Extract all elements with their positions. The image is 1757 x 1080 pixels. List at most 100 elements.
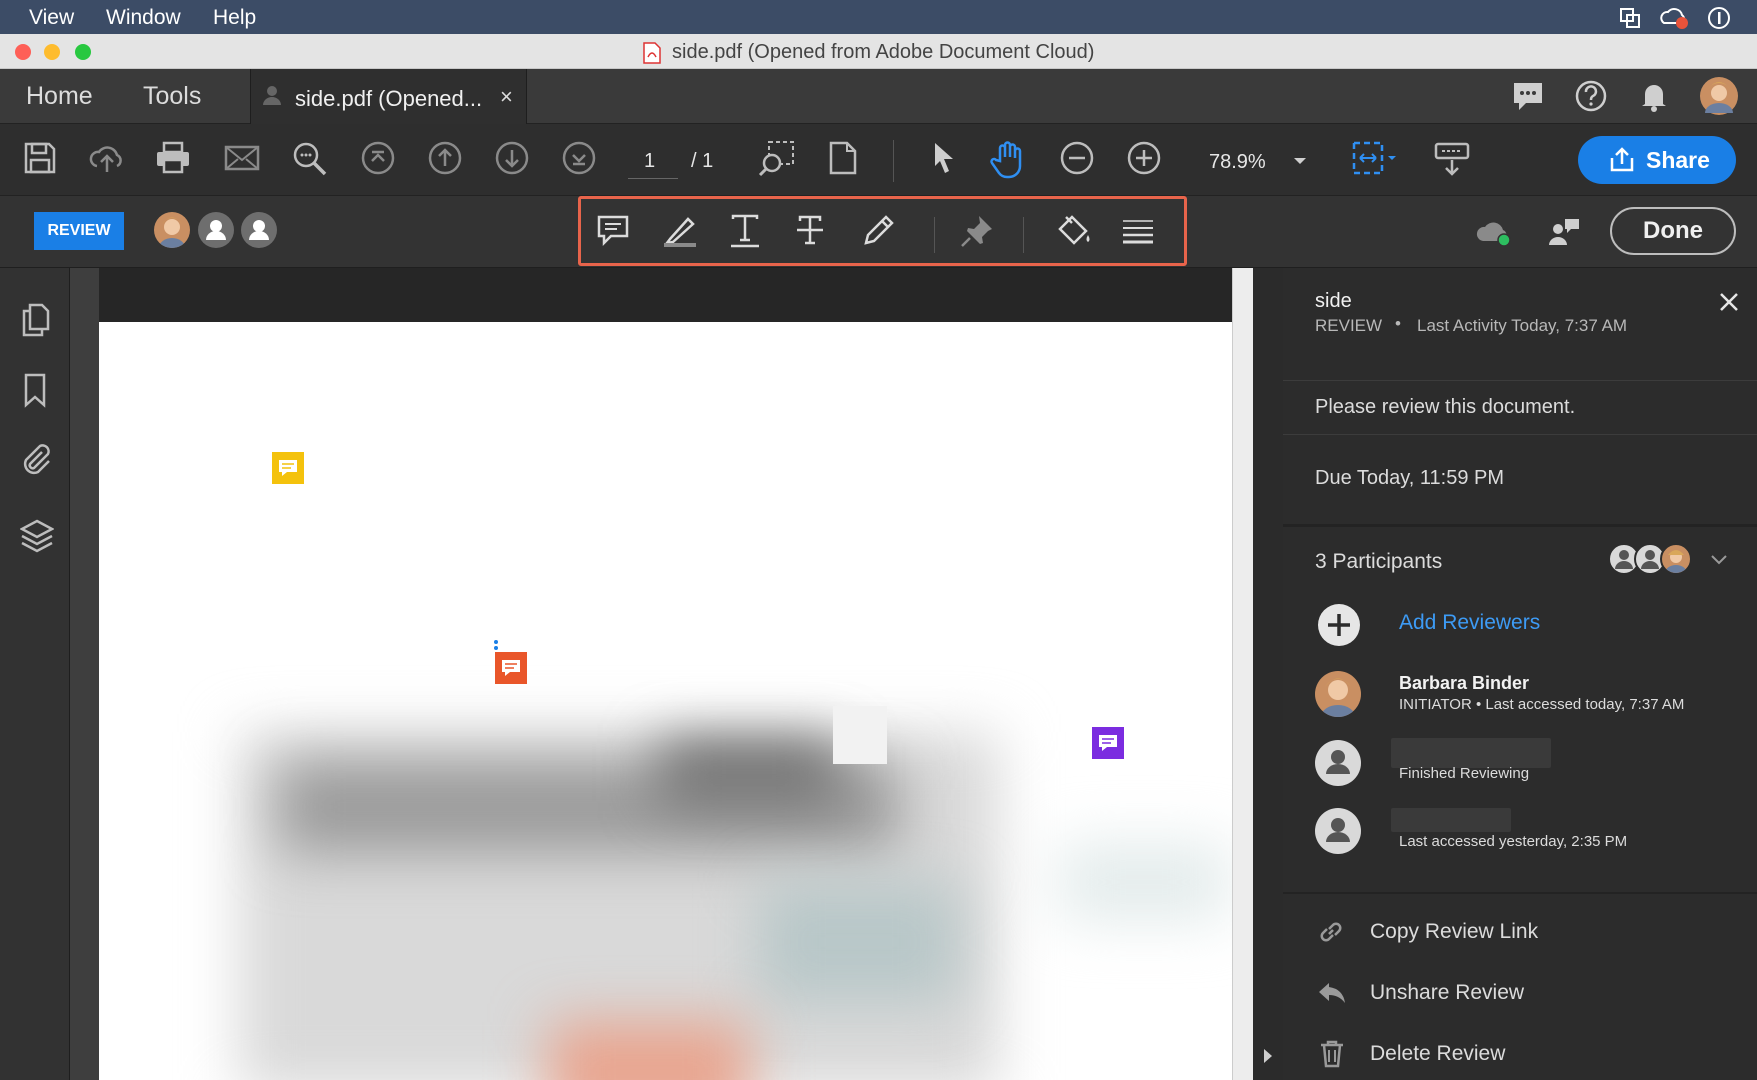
stamp-pin-icon[interactable] (959, 213, 995, 249)
user-avatar[interactable] (1700, 77, 1738, 115)
annotation-tools-group (578, 196, 1187, 266)
creative-cloud-icon[interactable] (1658, 6, 1690, 30)
zoom-dropdown-icon[interactable] (1293, 157, 1307, 165)
fill-color-icon[interactable] (1054, 213, 1092, 249)
select-pointer-icon[interactable] (929, 140, 959, 176)
help-icon[interactable] (1574, 79, 1608, 113)
review-details-panel: side REVIEW • Last Activity Today, 7:37 … (1283, 268, 1757, 1080)
participant-avatar-icon[interactable] (241, 212, 277, 248)
document-viewport[interactable] (70, 268, 1272, 1080)
hand-tool-icon[interactable] (990, 140, 1028, 180)
link-icon (1317, 918, 1345, 946)
read-mode-icon[interactable] (1433, 140, 1471, 178)
attachments-icon[interactable] (20, 442, 52, 478)
page-header-strip (99, 268, 1232, 322)
pdf-page[interactable] (99, 322, 1232, 1080)
page-input-underline (628, 178, 678, 179)
fit-page-icon[interactable] (1350, 140, 1398, 178)
main-toolbar: 1 / 1 78.9% Share (0, 124, 1757, 196)
last-page-icon[interactable] (561, 140, 597, 176)
participant-name: Barbara Binder (1399, 673, 1530, 693)
save-icon[interactable] (22, 140, 58, 176)
underline-text-icon[interactable] (729, 213, 761, 249)
draw-pencil-icon[interactable] (860, 213, 896, 249)
pdf-file-icon (643, 42, 661, 64)
strikethrough-text-icon[interactable] (794, 213, 826, 249)
yellow-comment-note-icon[interactable] (272, 452, 304, 484)
close-tab-button[interactable]: × (500, 84, 513, 110)
zoom-out-icon[interactable] (1059, 140, 1095, 176)
participant-avatar-generic (1315, 808, 1361, 854)
comments-icon[interactable] (1511, 79, 1545, 113)
menu-help[interactable]: Help (213, 6, 256, 30)
close-panel-icon[interactable] (1719, 292, 1739, 312)
page-view-icon[interactable] (827, 140, 859, 176)
minimize-window-button[interactable] (44, 44, 60, 60)
orange-comment-note-icon[interactable] (495, 652, 527, 684)
participant-stack-avatar (1660, 543, 1692, 575)
menu-window[interactable]: Window (106, 6, 181, 30)
blurred-page-content (759, 882, 959, 1002)
next-page-icon[interactable] (494, 140, 530, 176)
expand-participants-chevron-icon[interactable] (1711, 555, 1727, 565)
email-icon[interactable] (223, 140, 261, 176)
copy-review-link-button[interactable]: Copy Review Link (1370, 920, 1538, 944)
previous-page-icon[interactable] (427, 140, 463, 176)
menu-view[interactable]: View (29, 6, 74, 30)
search-icon[interactable] (291, 140, 329, 178)
participants-count: 3 Participants (1315, 550, 1443, 573)
annotation-anchor-dot (494, 646, 498, 650)
info-icon[interactable] (1707, 6, 1731, 30)
tab-home[interactable]: Home (26, 82, 93, 111)
tab-document-label: side.pdf (Opened... (295, 86, 483, 111)
layers-icon[interactable] (20, 518, 54, 554)
line-style-icon[interactable] (1121, 213, 1155, 247)
screen-share-icon[interactable] (1618, 6, 1642, 30)
highlight-text-icon[interactable] (662, 213, 698, 249)
purple-comment-note-icon[interactable] (1092, 727, 1124, 759)
panel-divider (1283, 380, 1757, 381)
zoom-level-field[interactable]: 78.9% (1209, 151, 1266, 174)
page-number-input[interactable]: 1 (644, 150, 655, 173)
tab-document[interactable]: side.pdf (Opened... × (250, 69, 527, 124)
participant-avatar-generic (1315, 740, 1361, 786)
share-label: Share (1646, 147, 1710, 173)
add-reviewers-icon[interactable] (1317, 603, 1361, 647)
window-title-bar: side.pdf (Opened from Adobe Document Clo… (0, 34, 1757, 69)
due-date: Due Today, 11:59 PM (1315, 467, 1505, 489)
window-title: side.pdf (Opened from Adobe Document Clo… (672, 41, 1095, 63)
upload-cloud-icon[interactable] (88, 140, 126, 176)
tool-separator (934, 217, 935, 253)
first-page-icon[interactable] (360, 140, 396, 176)
marquee-zoom-icon[interactable] (757, 140, 797, 178)
delete-review-button[interactable]: Delete Review (1370, 1042, 1505, 1066)
redacted-participant-name (1391, 738, 1551, 768)
panel-divider (1283, 524, 1757, 527)
participant-avatar-icon[interactable] (198, 212, 234, 248)
print-icon[interactable] (154, 140, 192, 176)
zoom-window-button[interactable] (75, 44, 91, 60)
sticky-note-icon[interactable] (596, 213, 630, 247)
close-window-button[interactable] (15, 44, 31, 60)
share-reviewers-icon[interactable] (1547, 215, 1581, 249)
page-thumbnails-icon[interactable] (20, 302, 52, 338)
unshare-review-button[interactable]: Unshare Review (1370, 981, 1524, 1005)
blurred-page-content (833, 706, 887, 764)
participant-avatar-barbara (1315, 671, 1361, 717)
cloud-sync-icon[interactable] (1474, 215, 1514, 249)
participant-avatar-photo[interactable] (154, 212, 190, 248)
blurred-page-content (549, 1022, 749, 1080)
tab-tools[interactable]: Tools (143, 82, 201, 111)
add-reviewers-link[interactable]: Add Reviewers (1399, 611, 1540, 635)
share-button[interactable]: Share (1578, 136, 1736, 184)
collapse-right-arrow-icon[interactable] (1263, 1048, 1273, 1064)
zoom-in-icon[interactable] (1126, 140, 1162, 176)
trash-icon (1319, 1040, 1345, 1068)
done-button[interactable]: Done (1610, 207, 1736, 255)
redacted-participant-name (1391, 808, 1511, 832)
notifications-bell-icon[interactable] (1637, 79, 1671, 113)
review-status: REVIEW (1315, 316, 1383, 335)
bookmarks-icon[interactable] (20, 372, 50, 408)
vertical-scrollbar[interactable] (1232, 268, 1253, 1080)
tab-bar: Home Tools side.pdf (Opened... × (0, 69, 1757, 124)
